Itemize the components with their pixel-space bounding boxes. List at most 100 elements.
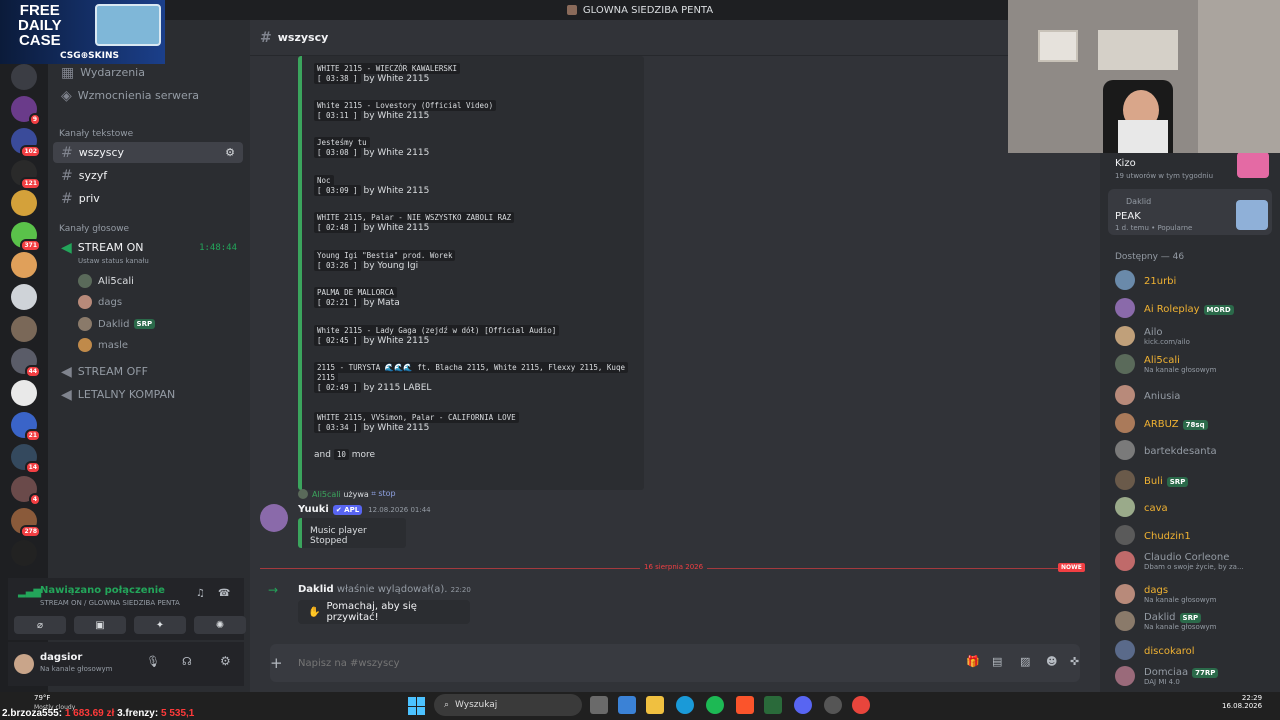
wall-picture xyxy=(1098,30,1178,70)
member-item[interactable]: Aniusia xyxy=(1115,385,1180,405)
member-item[interactable]: Claudio Corleone Dbam o swoje życie, by z… xyxy=(1115,550,1244,571)
channel-wszyscy[interactable]: # wszyscy ⚙ xyxy=(53,142,243,163)
track-item: Young Igi "Bestia" prod. Worek[ 03:26 ] … xyxy=(314,250,456,271)
member-item[interactable]: Chudzin1 xyxy=(1115,525,1191,545)
spotify-icon[interactable] xyxy=(706,696,724,714)
server-icon[interactable]: 21 xyxy=(11,412,41,442)
taskbar-search[interactable]: ⌕ Wyszukaj xyxy=(434,694,582,716)
server-icon[interactable] xyxy=(11,316,37,342)
server-icon[interactable]: 9 xyxy=(11,96,41,126)
screen-share-button[interactable]: ▣ xyxy=(74,616,126,634)
windows-start-icon[interactable] xyxy=(408,697,426,715)
voice-stream-off[interactable]: ◀ STREAM OFF xyxy=(53,361,243,382)
hash-icon: # xyxy=(61,144,73,161)
member-item[interactable]: 21urbi xyxy=(1115,270,1176,290)
sticker-icon[interactable]: ▨ xyxy=(1020,655,1030,668)
member-item[interactable]: Daklid SRP Na kanale głosowym xyxy=(1115,610,1217,631)
gift-icon[interactable]: 🎁 xyxy=(966,655,980,668)
excel-icon[interactable] xyxy=(764,696,782,714)
stopped-embed: Music player Stopped xyxy=(298,518,406,548)
member-item[interactable]: Ailo kick.com/ailo xyxy=(1115,325,1190,346)
avatar[interactable] xyxy=(260,504,288,532)
member-item[interactable]: ARBUZ 78sq xyxy=(1115,413,1208,433)
avatar xyxy=(78,317,92,331)
gif-icon[interactable]: ▤ xyxy=(992,655,1002,668)
server-icon[interactable] xyxy=(11,190,37,216)
member-item[interactable]: discokarol xyxy=(1115,640,1194,660)
server-icon[interactable]: 14 xyxy=(11,444,41,474)
album-cover[interactable] xyxy=(1237,152,1269,178)
server-icon[interactable] xyxy=(11,284,37,310)
status-hint[interactable]: Ustaw status kanału xyxy=(78,257,149,265)
avatar xyxy=(1115,583,1135,604)
task-view-icon[interactable] xyxy=(590,696,608,714)
channel-boosts[interactable]: ◈ Wzmocnienia serwera xyxy=(53,85,243,106)
wall-picture xyxy=(1038,30,1078,62)
apps-icon[interactable]: ✜ xyxy=(1070,655,1079,668)
server-icon[interactable]: 102 xyxy=(11,128,41,158)
discord-icon[interactable] xyxy=(794,696,812,714)
username[interactable]: dagsior xyxy=(40,652,82,663)
obs-icon[interactable] xyxy=(824,696,842,714)
store-icon[interactable] xyxy=(618,696,636,714)
member-item[interactable]: bartekdesanta xyxy=(1115,440,1217,460)
chrome-icon[interactable] xyxy=(852,696,870,714)
gear-icon[interactable]: ⚙ xyxy=(220,654,231,668)
member-name: Domciaa xyxy=(1144,667,1189,678)
server-icon[interactable] xyxy=(11,252,37,278)
channel-syzyf[interactable]: # syzyf xyxy=(53,165,243,186)
channel-events[interactable]: ▦ Wydarzenia xyxy=(53,62,243,83)
voice-location[interactable]: STREAM ON / GLOWNA SIEDZIBA PENTA xyxy=(40,599,180,607)
emoji-icon[interactable]: ☻ xyxy=(1046,655,1057,668)
voice-user[interactable]: masle xyxy=(78,338,128,352)
weather-temp[interactable]: 79°F xyxy=(34,694,50,702)
server-icon[interactable]: 371 xyxy=(11,222,41,252)
text-category[interactable]: Kanały tekstowe xyxy=(59,129,133,139)
channel-priv[interactable]: # priv xyxy=(53,188,243,209)
avatar[interactable] xyxy=(14,654,34,674)
voice-stream-on[interactable]: ◀ STREAM ON 1:48:44 xyxy=(53,237,243,258)
server-icon[interactable]: 44 xyxy=(11,348,41,378)
server-icon[interactable]: 121 xyxy=(11,160,41,190)
member-item[interactable]: Ali5cali Na kanale głosowym xyxy=(1115,353,1217,374)
plus-icon[interactable]: + xyxy=(270,654,283,672)
voice-user[interactable]: Ali5cali xyxy=(78,274,134,288)
avatar xyxy=(78,295,92,309)
member-item[interactable]: dags Na kanale głosowym xyxy=(1115,583,1217,604)
activity-title[interactable]: Kizo xyxy=(1115,158,1136,169)
folder-icon[interactable] xyxy=(646,696,664,714)
soundboard-button[interactable]: ✺ xyxy=(194,616,246,634)
member-item[interactable]: Ai Roleplay MORD xyxy=(1115,298,1234,318)
track-item: Jesteśmy tu[ 03:08 ] by White 2115 xyxy=(314,137,429,158)
disconnect-icon[interactable]: ☎ xyxy=(218,588,230,599)
soundboard-icon[interactable]: ♫ xyxy=(196,588,205,599)
reply-reference[interactable]: Ali5cali używa ⌗ stop xyxy=(298,489,396,499)
member-item[interactable]: Domciaa 77RP DAJ MI 4.0 xyxy=(1115,665,1219,686)
camera-button[interactable]: ⌀ xyxy=(14,616,66,634)
activity-card[interactable]: Daklid PEAK 1 d. temu • Popularne xyxy=(1108,189,1272,235)
server-icon[interactable] xyxy=(11,380,37,406)
edge-icon[interactable] xyxy=(676,696,694,714)
headphones-icon[interactable]: ☊ xyxy=(182,655,192,668)
activities-button[interactable]: ✦ xyxy=(134,616,186,634)
member-item[interactable]: Buli SRP xyxy=(1115,470,1189,490)
server-icon[interactable] xyxy=(11,64,37,90)
server-icon[interactable]: 4 xyxy=(11,476,41,506)
voice-category[interactable]: Kanały głosowe xyxy=(59,224,129,234)
server-icon[interactable] xyxy=(11,540,37,566)
wave-button[interactable]: ✋ Pomachaj, aby się przywitać! xyxy=(298,600,470,624)
voice-letalny[interactable]: ◀ LETALNY KOMPAN xyxy=(53,384,243,405)
webcam-overlay xyxy=(1008,0,1280,153)
microphone-icon[interactable]: 🎙 xyxy=(146,655,160,668)
date-label: 16 sierpnia 2026 xyxy=(640,563,708,571)
member-item[interactable]: cava xyxy=(1115,497,1168,517)
server-icon[interactable]: 278 xyxy=(11,508,41,538)
brave-icon[interactable] xyxy=(736,696,754,714)
clock[interactable]: 22:29 16.08.2026 xyxy=(1222,694,1262,710)
settings-icon[interactable]: ⚙ xyxy=(225,146,235,159)
message-input[interactable] xyxy=(298,654,918,672)
voice-user[interactable]: Daklid SRP xyxy=(78,317,156,331)
voice-user[interactable]: dags xyxy=(78,295,122,309)
track-item: Noc[ 03:09 ] by White 2115 xyxy=(314,175,429,196)
track-item: WHITE 2115, VVSimon, Palar - CALIFORNIA … xyxy=(314,412,519,433)
